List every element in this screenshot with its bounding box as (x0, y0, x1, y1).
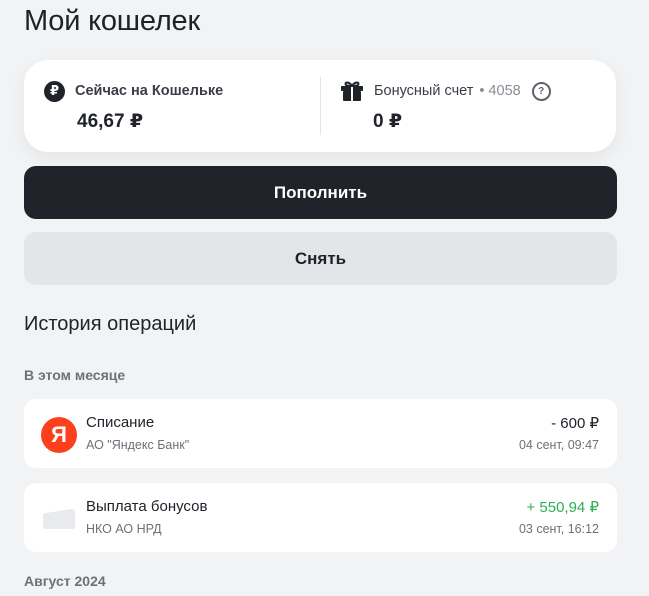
ruble-icon: ₽ (44, 80, 65, 102)
wallet-balance-value: 46,67 ₽ (77, 111, 144, 132)
history-item[interactable]: Я Списание АО "Яндекс Банк" - 600 ₽ 04 с… (24, 399, 617, 468)
history-title: История операций (24, 313, 197, 335)
bonus-balance[interactable]: Бонусный счет • 4058 ? 0 ₽ (340, 80, 551, 133)
operation-counterparty: НКО АО НРД (86, 522, 162, 536)
operation-date: 03 сент, 16:12 (518, 522, 599, 536)
bonus-account-number: 4058 (488, 83, 521, 99)
topup-button[interactable]: Пополнить (24, 166, 617, 219)
help-icon[interactable]: ? (531, 81, 551, 101)
page-title: Мой кошелек (24, 5, 200, 37)
operation-date: 04 сент, 09:47 (518, 438, 599, 452)
balance-divider (320, 77, 321, 135)
operation-title: Выплата бонусов (86, 498, 208, 515)
bonus-balance-value: 0 ₽ (373, 111, 403, 132)
balance-card: ₽ Сейчас на Кошельке 46,67 ₽ Бонусный сч… (24, 60, 616, 152)
wallet-balance[interactable]: ₽ Сейчас на Кошельке 46,67 ₽ (44, 80, 223, 133)
history-group-label: В этом месяце (24, 367, 126, 383)
bonus-balance-label: Бонусный счет (374, 83, 474, 99)
history-group-label: Август 2024 (24, 573, 106, 589)
bonus-separator: • (479, 83, 485, 99)
operation-amount: + 550,94 ₽ (526, 499, 599, 516)
operation-amount: - 600 ₽ (551, 415, 599, 432)
yandex-logo-icon: Я (41, 417, 77, 453)
history-item[interactable]: Выплата бонусов НКО АО НРД + 550,94 ₽ 03… (24, 483, 617, 552)
card-placeholder-icon (43, 509, 75, 529)
withdraw-button[interactable]: Снять (24, 232, 617, 285)
operation-counterparty: АО "Яндекс Банк" (86, 438, 190, 452)
gift-icon (341, 81, 363, 101)
operation-title: Списание (86, 414, 155, 431)
wallet-balance-label: Сейчас на Кошельке (75, 83, 224, 99)
